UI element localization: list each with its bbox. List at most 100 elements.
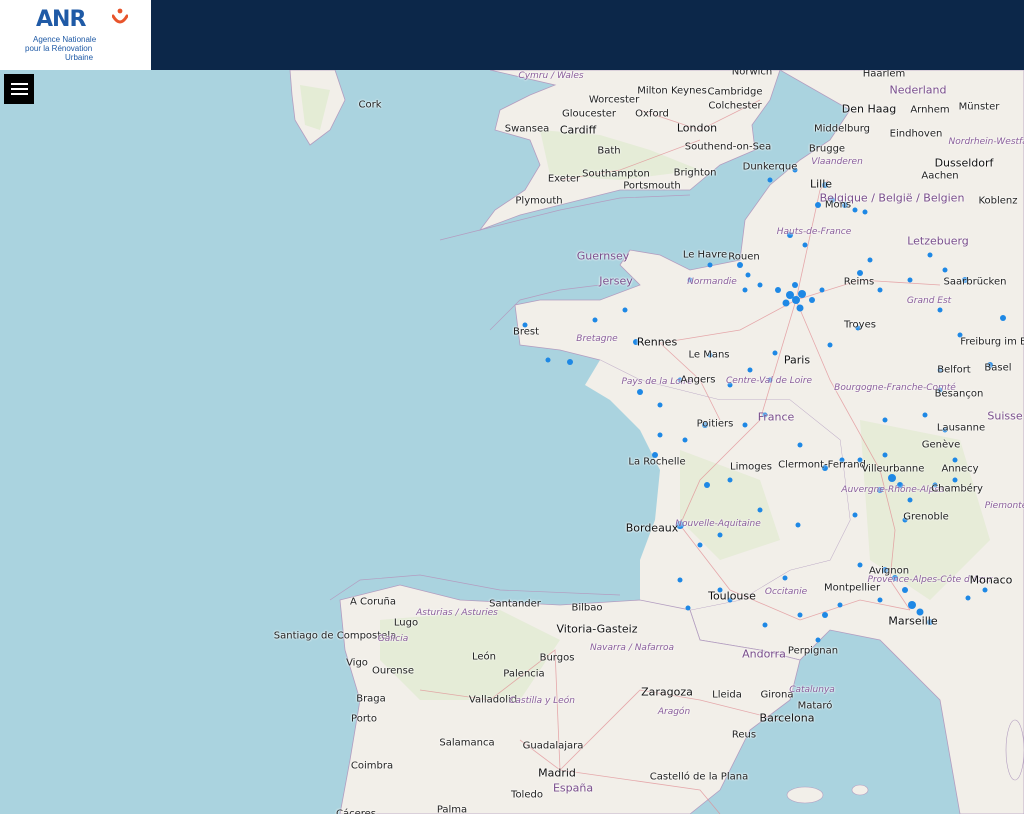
map-label: Aragón (657, 707, 691, 717)
map-label: London (676, 121, 718, 135)
map-label: Troyes (844, 319, 876, 331)
map-label: Porto (351, 713, 377, 725)
top-header-bar: ANR Agence Nationale pour la Rénovation … (0, 0, 1024, 70)
map-label: Cardiff (559, 123, 597, 137)
anru-logo[interactable]: ANR Agence Nationale pour la Rénovation … (0, 0, 151, 70)
map-label: Catalunya (789, 685, 835, 695)
map-label: Coimbra (350, 760, 394, 772)
map-label: Clermont-Ferrand (778, 459, 866, 471)
hamburger-icon-line (11, 88, 28, 90)
map-label: Lille (809, 177, 833, 191)
map-label: Mataró (797, 700, 833, 712)
map-label: Guadalajara (522, 740, 584, 752)
map-label: Colchester (708, 100, 762, 112)
map-label: España (552, 781, 594, 795)
map-label: Koblenz (978, 195, 1018, 207)
map-label: Lausanne (936, 422, 986, 434)
map-label: Haarlem (862, 70, 906, 80)
map-label: Besançon (934, 388, 984, 400)
map-label: Chambéry (931, 483, 983, 495)
map-label: Reus (731, 729, 757, 741)
map-label: Lugo (393, 617, 419, 629)
map-label: Aachen (921, 170, 959, 182)
map-label: Rennes (636, 335, 678, 349)
map-label: Reims (843, 276, 875, 288)
map-label: Dunkerque (742, 161, 798, 173)
map-label: Guernsey (576, 249, 630, 263)
map-label: Nouvelle-Aquitaine (675, 519, 761, 529)
map-label: Bath (597, 145, 621, 157)
map-label: Vitoria-Gasteiz (556, 622, 638, 636)
map-label: Castelló de la Plana (649, 771, 749, 783)
map-label: Le Mans (688, 349, 730, 361)
map-label: La Rochelle (628, 456, 686, 468)
map-label: Asturias / Asturies (416, 608, 498, 618)
map-label: Rouen (728, 251, 760, 263)
map-label: Burgos (539, 652, 575, 664)
map-label: Auvergne-Rhône-Alpes (841, 485, 945, 495)
map-label: Angers (680, 374, 716, 386)
map-label: Oxford (635, 108, 669, 120)
map-label: Bordeaux (625, 521, 679, 535)
map-label: Montpellier (823, 582, 881, 594)
map-label: Navarra / Nafarroa (589, 643, 675, 653)
map-label: Lleida (712, 689, 742, 701)
map-label: Portsmouth (623, 180, 681, 192)
map-label: Limoges (730, 461, 772, 473)
map-label: Occitanie (764, 587, 808, 597)
map-label: Andorra (742, 647, 786, 661)
map-label: Toledo (511, 789, 543, 801)
map-label: León (471, 651, 497, 663)
map-label: Bilbao (571, 602, 603, 614)
logo-line-3: Urbaine (65, 53, 94, 62)
map-label: Basel (984, 362, 1012, 374)
map-label: Brugge (808, 143, 846, 155)
map-label: Castilla y León (509, 696, 575, 706)
map-label: Southend-on-Sea (684, 141, 772, 153)
map-label: Vlaanderen (811, 157, 863, 167)
map-label: Brest (512, 326, 540, 338)
map-label: Norwich (731, 70, 773, 78)
map-label: Salamanca (439, 737, 495, 749)
map-label: Plymouth (515, 195, 563, 207)
map-label: Palma (436, 804, 468, 814)
map-label: Marseille (888, 614, 938, 628)
map-label: Villeurbanne (861, 463, 925, 475)
map-label: Mons (824, 199, 852, 211)
map-label: Dusseldorf (934, 156, 994, 170)
map-label: Cambridge (707, 86, 763, 98)
logo-wordmark: ANR (36, 7, 86, 32)
map-label: Braga (356, 693, 386, 705)
map-label: Nederland (889, 83, 947, 97)
map-label: Middelburg (813, 123, 871, 135)
map-label: Poitiers (696, 418, 734, 430)
map-label: Ourense (372, 665, 414, 677)
map-label: Vigo (346, 657, 368, 669)
map-label: France (757, 410, 795, 424)
map-label: Galicia (377, 634, 409, 644)
map-label: Nordrhein-Westfalen (948, 137, 1024, 147)
map-label: Normandie (687, 277, 737, 287)
map-label: Piemonte (984, 501, 1024, 511)
map-view[interactable]: Norwich Cymru / Wales Milton Keynes Cambrid… (0, 70, 1024, 814)
map-label: Brighton (673, 167, 717, 179)
map-label: Eindhoven (889, 128, 943, 140)
map-label: Grenoble (903, 511, 949, 523)
map-label: Milton Keynes (637, 85, 707, 97)
map-label: Madrid (538, 766, 576, 780)
map-label: Southampton (582, 168, 650, 180)
map-label: Cork (358, 99, 382, 111)
map-label: Münster (958, 101, 1000, 113)
map-label: Belfort (937, 364, 971, 376)
map-label: Paris (783, 353, 811, 367)
map-label: Annecy (941, 463, 979, 475)
hamburger-icon-line (11, 83, 28, 85)
map-label: Barcelona (759, 711, 815, 725)
map-label: Grand Est (906, 296, 952, 306)
hamburger-menu-button[interactable] (4, 74, 34, 104)
map-label: Gloucester (561, 108, 617, 120)
map-label: Saarbrücken (943, 276, 1007, 288)
map-label: Swansea (504, 123, 550, 135)
map-label: Perpignan (787, 645, 839, 657)
map-label: Monaco (969, 573, 1013, 587)
